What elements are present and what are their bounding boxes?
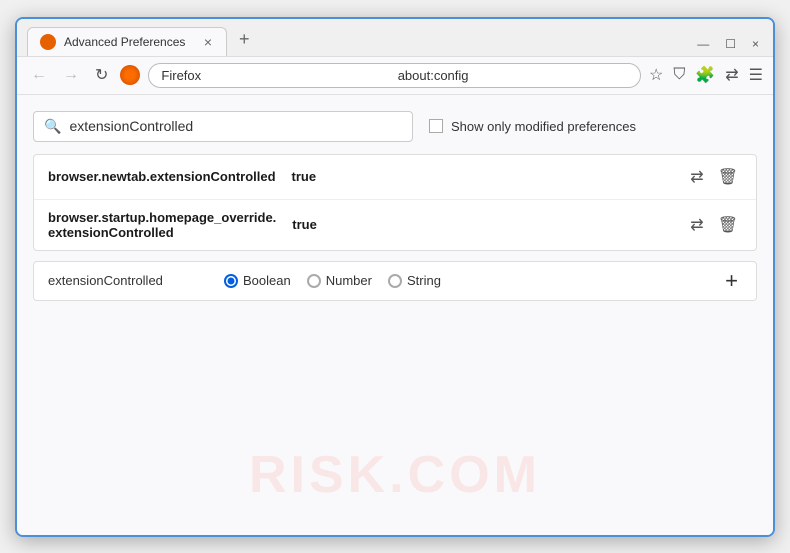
- search-box: 🔍: [33, 111, 413, 142]
- radio-label-number: Number: [326, 273, 372, 288]
- row-actions-2: ⇄ 🗑: [686, 213, 742, 237]
- refresh-button[interactable]: ↻: [91, 63, 112, 87]
- address-bar[interactable]: Firefox about:config: [148, 63, 641, 88]
- toggle-button-2[interactable]: ⇄: [686, 213, 707, 237]
- minimize-button[interactable]: —: [697, 38, 709, 50]
- row-actions-1: ⇄ 🗑: [686, 165, 742, 189]
- browser-window: Advanced Preferences × + — ☐ × ← → ↻ Fir…: [15, 17, 775, 537]
- radio-number[interactable]: Number: [307, 273, 372, 288]
- tab-favicon: [40, 34, 56, 50]
- type-radio-group: Boolean Number String: [224, 273, 441, 288]
- sync-icon[interactable]: ⇄: [725, 65, 738, 85]
- title-bar: Advanced Preferences × + — ☐ ×: [17, 19, 773, 57]
- firefox-logo: [120, 65, 140, 85]
- watermark: RISK.COM: [249, 445, 541, 505]
- menu-icon[interactable]: ☰: [749, 65, 763, 85]
- show-modified-label[interactable]: Show only modified preferences: [429, 119, 636, 134]
- search-row: 🔍 Show only modified preferences: [33, 111, 757, 142]
- content-area: RISK.COM 🔍 Show only modified preference…: [17, 95, 773, 535]
- radio-label-string: String: [407, 273, 441, 288]
- search-icon: 🔍: [44, 118, 61, 135]
- window-controls: — ☐ ×: [697, 38, 763, 56]
- add-preference-row: extensionControlled Boolean Number Strin…: [33, 261, 757, 301]
- new-pref-name: extensionControlled: [48, 273, 208, 288]
- address-text: about:config: [398, 68, 628, 83]
- extension-icon[interactable]: 🧩: [695, 65, 715, 85]
- navigation-bar: ← → ↻ Firefox about:config ☆ ⛉ 🧩 ⇄ ☰: [17, 57, 773, 95]
- pref-name-2-line1: browser.startup.homepage_override.: [48, 210, 276, 225]
- forward-button[interactable]: →: [59, 64, 83, 86]
- radio-boolean[interactable]: Boolean: [224, 273, 291, 288]
- delete-button-1[interactable]: 🗑: [714, 165, 742, 189]
- new-tab-button[interactable]: +: [231, 25, 258, 54]
- search-input[interactable]: [69, 118, 402, 134]
- results-table: browser.newtab.extensionControlled true …: [33, 154, 757, 251]
- radio-string[interactable]: String: [388, 273, 441, 288]
- table-row: browser.startup.homepage_override. exten…: [34, 200, 756, 250]
- tab-title: Advanced Preferences: [64, 35, 194, 49]
- pref-name-1: browser.newtab.extensionControlled: [48, 169, 276, 184]
- pref-value-1: true: [292, 169, 317, 184]
- radio-circle-string: [388, 274, 402, 288]
- radio-circle-boolean: [224, 274, 238, 288]
- pref-name-2-line2: extensionControlled: [48, 225, 276, 240]
- shield-icon[interactable]: ⛉: [673, 66, 685, 84]
- browser-name: Firefox: [161, 68, 391, 83]
- delete-button-2[interactable]: 🗑: [714, 213, 742, 237]
- toggle-button-1[interactable]: ⇄: [686, 165, 707, 189]
- show-modified-checkbox[interactable]: [429, 119, 443, 133]
- bookmark-icon[interactable]: ☆: [649, 65, 663, 85]
- active-tab[interactable]: Advanced Preferences ×: [27, 27, 227, 56]
- pref-value-2: true: [292, 217, 317, 232]
- show-modified-text: Show only modified preferences: [451, 119, 636, 134]
- maximize-button[interactable]: ☐: [725, 38, 736, 50]
- close-button[interactable]: ×: [752, 38, 759, 50]
- back-button[interactable]: ←: [27, 64, 51, 86]
- nav-icons: ☆ ⛉ 🧩 ⇄ ☰: [649, 65, 763, 85]
- radio-circle-number: [307, 274, 321, 288]
- radio-label-boolean: Boolean: [243, 273, 291, 288]
- table-row: browser.newtab.extensionControlled true …: [34, 155, 756, 200]
- add-preference-button[interactable]: +: [721, 270, 742, 292]
- tab-close-button[interactable]: ×: [202, 35, 214, 49]
